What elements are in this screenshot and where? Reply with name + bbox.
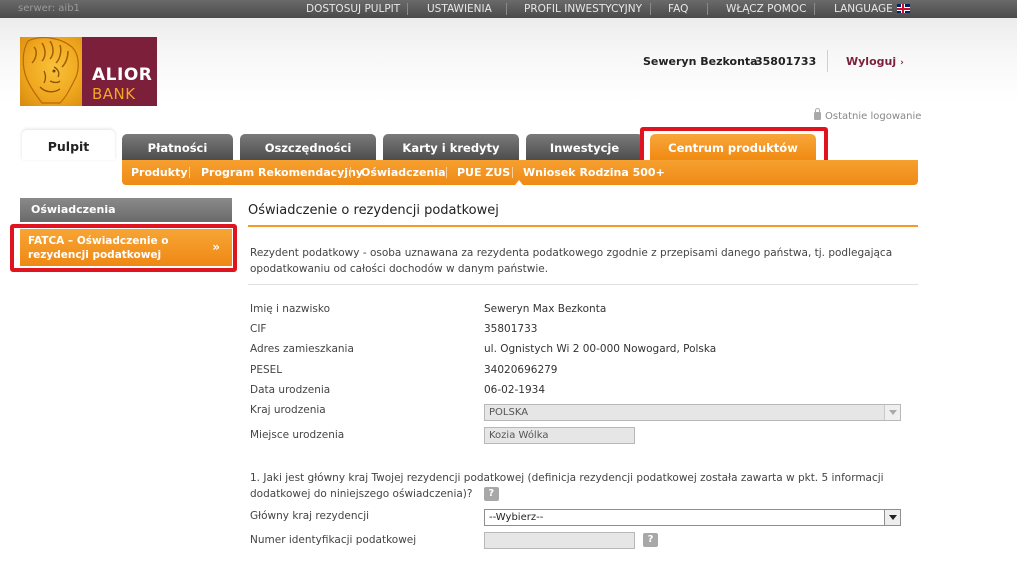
alior-bank-logo[interactable]: ALIOR BANK — [20, 37, 157, 106]
label-birth-country: Kraj urodzenia — [250, 404, 326, 416]
tab-cards-loans[interactable]: Karty i kredyty — [383, 134, 519, 160]
subnav-bar: Produkty Program Rekomendacyjny Oświadcz… — [122, 160, 918, 185]
tax-id-field[interactable] — [484, 532, 635, 549]
top-bar: serwer: aib1 DOSTOSUJ PULPIT USTAWIENIA … — [0, 0, 1017, 18]
value-pesel: 34020696279 — [484, 364, 558, 376]
chevron-down-icon[interactable] — [884, 510, 900, 525]
title-underline — [248, 225, 918, 227]
highlight-frame-fatca — [10, 224, 237, 272]
label-pesel: PESEL — [250, 364, 283, 376]
subnav-statements[interactable]: Oświadczenia — [361, 166, 446, 179]
subnav-pue-zus[interactable]: PUE ZUS — [457, 166, 510, 179]
nav-customize-desktop[interactable]: DOSTOSUJ PULPIT — [306, 3, 400, 15]
residence-country-select[interactable]: --Wybierz-- — [484, 509, 901, 526]
subnav-referral-program[interactable]: Program Rekomendacyjny — [201, 166, 363, 179]
sidebar-heading: Oświadczenia — [20, 198, 232, 222]
intro-text: Rezydent podatkowy - osoba uznawana za r… — [250, 247, 893, 275]
chevron-right-icon: › — [900, 58, 904, 68]
last-login-label: Ostatnie logowanie — [825, 111, 922, 122]
lock-icon — [814, 108, 821, 120]
nav-investment-profile[interactable]: PROFIL INWESTYCYJNY — [524, 3, 642, 15]
logout-link[interactable]: Wyloguj › — [846, 55, 904, 68]
question-residence: 1. Jaki jest główny kraj Twojej rezydenc… — [250, 470, 920, 502]
value-address: ul. Ognistych Wi 2 00-000 Nowogard, Pols… — [484, 343, 717, 355]
label-birth-date: Data urodzenia — [250, 384, 331, 396]
nav-settings[interactable]: USTAWIENIA — [427, 3, 492, 15]
logo-text-bank: BANK — [92, 85, 136, 103]
label-tax-id: Numer identyfikacji podatkowej — [250, 534, 417, 546]
birth-country-value: POLSKA — [489, 407, 529, 418]
user-name: Seweryn Bezkonta — [643, 55, 758, 68]
tab-investments[interactable]: Inwestycje — [526, 134, 643, 160]
value-birth-date: 06-02-1934 — [484, 384, 546, 396]
nav-faq[interactable]: FAQ — [668, 3, 688, 15]
tab-savings[interactable]: Oszczędności — [240, 134, 376, 160]
logout-label: Wyloguj — [846, 55, 897, 68]
chevron-down-icon — [884, 405, 900, 420]
last-login-link[interactable]: Ostatnie logowanie — [814, 108, 922, 122]
label-full-name: Imię i nazwisko — [250, 303, 331, 315]
question-text: 1. Jaki jest główny kraj Twojej rezydenc… — [250, 472, 884, 500]
logo-text-alior: ALIOR — [92, 65, 153, 85]
label-cif: CIF — [250, 323, 267, 335]
value-cif: 35801733 — [484, 323, 538, 335]
birth-country-select: POLSKA — [484, 404, 901, 421]
nav-enable-help[interactable]: WŁĄCZ POMOC — [726, 3, 806, 15]
active-caret-icon — [515, 180, 523, 185]
section-divider — [248, 284, 918, 285]
header-divider — [827, 50, 828, 72]
subnav-family-500[interactable]: Wniosek Rodzina 500+ — [523, 166, 665, 179]
lion-head-icon — [20, 37, 82, 106]
birth-place-field: Kozia Wólka — [484, 427, 635, 444]
label-address: Adres zamieszkania — [250, 343, 354, 355]
label-residence-country: Główny kraj rezydencji — [250, 510, 370, 522]
value-full-name: Seweryn Max Bezkonta — [484, 303, 607, 315]
tab-payments[interactable]: Płatności — [122, 134, 233, 160]
help-icon[interactable]: ? — [483, 487, 499, 501]
user-id: 35801733 — [755, 55, 817, 68]
nav-language-label: LANGUAGE — [834, 3, 893, 15]
label-birth-place: Miejsce urodzenia — [250, 429, 345, 441]
tab-desktop[interactable]: Pulpit — [22, 130, 115, 160]
nav-language[interactable]: LANGUAGE — [834, 3, 910, 15]
help-icon[interactable]: ? — [643, 533, 658, 547]
subnav-products[interactable]: Produkty — [131, 166, 188, 179]
page-title: Oświadczenie o rezydencji podatkowej — [248, 203, 499, 218]
residence-country-value: --Wybierz-- — [489, 512, 544, 523]
server-label: serwer: aib1 — [18, 3, 80, 14]
uk-flag-icon — [896, 4, 910, 13]
